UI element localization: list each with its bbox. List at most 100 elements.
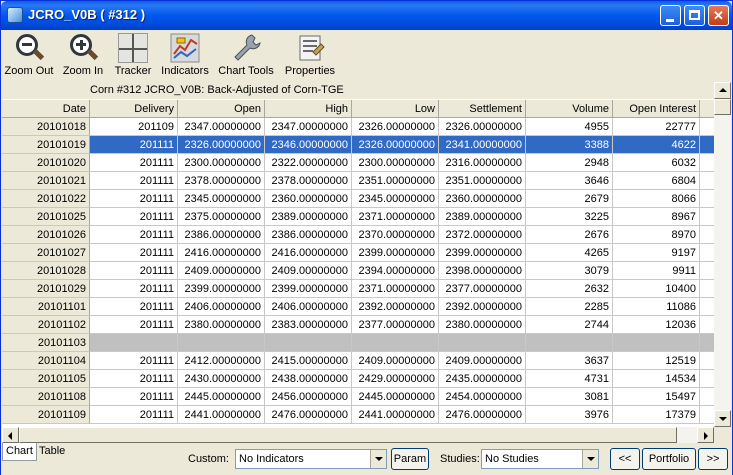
horizontal-scroll-thumb[interactable] — [19, 427, 677, 443]
cell-delivery: 201111 — [90, 370, 178, 388]
cell-open: 2412.00000000 — [178, 352, 265, 370]
chevron-down-icon — [375, 457, 383, 461]
cell-settlement: 2399.00000000 — [439, 244, 526, 262]
header-open-interest[interactable]: Open Interest — [613, 100, 700, 118]
header-high[interactable]: High — [265, 100, 352, 118]
close-icon: ✕ — [713, 8, 724, 23]
cell-high: 2383.00000000 — [265, 316, 352, 334]
cell-date[interactable]: 20101104 — [2, 352, 90, 370]
cell-date[interactable]: 20101102 — [2, 316, 90, 334]
table-row[interactable]: 20101026 201111 2386.00000000 2386.00000000… — [2, 226, 714, 244]
table-row[interactable]: 20101021 201111 2378.00000000 2378.00000000… — [2, 172, 714, 190]
header-low[interactable]: Low — [352, 100, 439, 118]
properties-label: Properties — [284, 65, 336, 77]
row-filler — [700, 208, 714, 226]
cell-date[interactable]: 20101101 — [2, 298, 90, 316]
studies-select[interactable]: No Studies — [481, 449, 599, 469]
cell-date[interactable]: 20101026 — [2, 226, 90, 244]
vertical-scroll-thumb[interactable] — [714, 99, 731, 115]
table-row[interactable]: 20101022 201111 2345.00000000 2360.00000000… — [2, 190, 714, 208]
param-button[interactable]: Param — [391, 448, 429, 470]
cell-date[interactable]: 20101029 — [2, 280, 90, 298]
table-row[interactable]: 20101018 201109 2347.00000000 2347.00000000… — [2, 118, 714, 136]
zoom-in-button[interactable]: Zoom In — [61, 32, 105, 77]
cell-open-interest: 8066 — [613, 190, 700, 208]
cell-high: 2438.00000000 — [265, 370, 352, 388]
cell-date[interactable]: 20101020 — [2, 154, 90, 172]
table-row[interactable]: 20101019 201111 2326.00000000 2346.00000000… — [2, 136, 714, 154]
previous-button[interactable]: << — [610, 448, 640, 470]
table-row[interactable]: 20101103 — [2, 334, 714, 352]
cell-date[interactable]: 20101108 — [2, 388, 90, 406]
table-row[interactable]: 20101105 201111 2430.00000000 2438.00000000… — [2, 370, 714, 388]
bottom-bar: Chart Table Custom: No Indicators Param … — [1, 443, 732, 475]
cell-date[interactable]: 20101021 — [2, 172, 90, 190]
cell-low: 2300.00000000 — [352, 154, 439, 172]
indicators-button[interactable]: Indicators — [160, 32, 210, 77]
cell-open-interest: 8970 — [613, 226, 700, 244]
header-settlement[interactable]: Settlement — [439, 100, 526, 118]
cell-high: 2406.00000000 — [265, 298, 352, 316]
table-row[interactable]: 20101104 201111 2412.00000000 2415.00000000… — [2, 352, 714, 370]
portfolio-button[interactable]: Portfolio — [642, 448, 696, 470]
cell-open: 2430.00000000 — [178, 370, 265, 388]
cell-settlement: 2360.00000000 — [439, 190, 526, 208]
header-date[interactable]: Date — [2, 100, 90, 118]
cell-volume: 2676 — [526, 226, 613, 244]
header-delivery[interactable]: Delivery — [90, 100, 178, 118]
table-row[interactable]: 20101027 201111 2416.00000000 2416.00000000… — [2, 244, 714, 262]
cell-high: 2415.00000000 — [265, 352, 352, 370]
cell-date[interactable]: 20101022 — [2, 190, 90, 208]
tab-table[interactable]: Table — [36, 443, 68, 461]
table-row[interactable]: 20101025 201111 2375.00000000 2389.00000000… — [2, 208, 714, 226]
table-row[interactable]: 20101020 201111 2300.00000000 2322.00000000… — [2, 154, 714, 172]
cell-open-interest: 8967 — [613, 208, 700, 226]
scroll-up-button[interactable] — [714, 82, 731, 99]
cell-date[interactable]: 20101105 — [2, 370, 90, 388]
tab-chart[interactable]: Chart — [2, 443, 37, 461]
cell-settlement: 2380.00000000 — [439, 316, 526, 334]
scroll-down-button[interactable] — [714, 410, 731, 427]
table-row[interactable]: 20101029 201111 2399.00000000 2399.00000000… — [2, 280, 714, 298]
chart-tools-button[interactable]: Chart Tools — [217, 32, 275, 77]
cell-volume: 4731 — [526, 370, 613, 388]
row-filler — [700, 154, 714, 172]
cell-date[interactable]: 20101018 — [2, 118, 90, 136]
cell-open: 2345.00000000 — [178, 190, 265, 208]
tracker-button[interactable]: Tracker — [112, 32, 154, 77]
zoom-out-button[interactable]: Zoom Out — [4, 32, 54, 77]
cell-date[interactable]: 20101019 — [2, 136, 90, 154]
dropdown-button[interactable] — [370, 450, 386, 468]
cell-open — [178, 334, 265, 352]
horizontal-scrollbar[interactable] — [2, 427, 714, 443]
cell-volume: 3081 — [526, 388, 613, 406]
table-row[interactable]: 20101108 201111 2445.00000000 2456.00000000… — [2, 388, 714, 406]
scroll-left-button[interactable] — [2, 427, 19, 443]
table-row[interactable]: 20101102 201111 2380.00000000 2383.00000000… — [2, 316, 714, 334]
cell-date[interactable]: 20101025 — [2, 208, 90, 226]
properties-button[interactable]: Properties — [283, 32, 337, 77]
table-row[interactable]: 20101101 201111 2406.00000000 2406.00000000… — [2, 298, 714, 316]
cell-date[interactable]: 20101027 — [2, 244, 90, 262]
header-volume[interactable]: Volume — [526, 100, 613, 118]
vertical-scrollbar[interactable] — [714, 82, 731, 427]
scroll-right-button[interactable] — [697, 427, 714, 443]
table-row[interactable]: 20101109 201111 2441.00000000 2476.00000000… — [2, 406, 714, 424]
cell-delivery: 201111 — [90, 388, 178, 406]
custom-indicator-select[interactable]: No Indicators — [235, 449, 387, 469]
dropdown-button[interactable] — [582, 450, 598, 468]
data-table[interactable]: Corn #312 JCRO_V0B: Back-Adjusted of Cor… — [2, 82, 714, 427]
maximize-button[interactable] — [684, 5, 705, 26]
close-button[interactable]: ✕ — [708, 5, 729, 26]
cell-volume: 3646 — [526, 172, 613, 190]
cell-date[interactable]: 20101109 — [2, 406, 90, 424]
cell-open: 2399.00000000 — [178, 280, 265, 298]
table-row[interactable]: 20101028 201111 2409.00000000 2409.00000000… — [2, 262, 714, 280]
next-button[interactable]: >> — [698, 448, 728, 470]
title-bar[interactable]: JCRO_V0B ( #312 ) ✕ — [1, 1, 732, 30]
header-open[interactable]: Open — [178, 100, 265, 118]
cell-date[interactable]: 20101103 — [2, 334, 90, 352]
minimize-button[interactable] — [660, 5, 681, 26]
cell-date[interactable]: 20101028 — [2, 262, 90, 280]
cell-low: 2429.00000000 — [352, 370, 439, 388]
